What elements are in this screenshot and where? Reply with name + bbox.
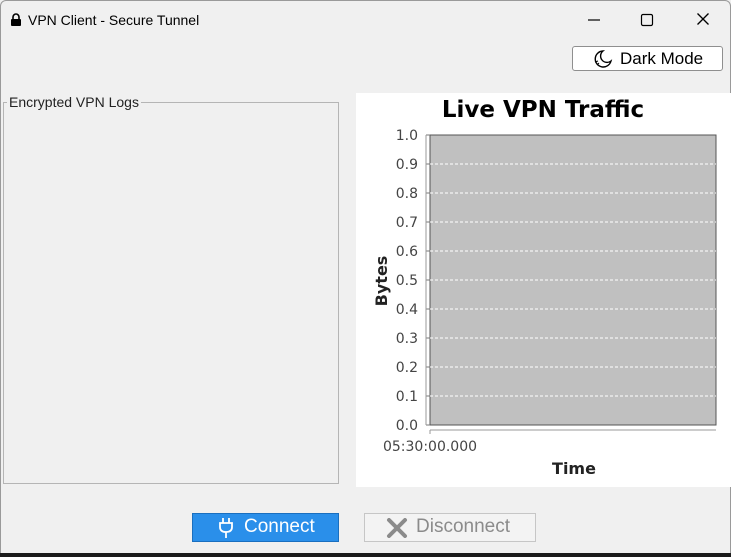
x-axis-label: Time [552,459,596,478]
y-tick-label: 0.9 [396,157,418,173]
y-tick-label: 0.1 [396,389,418,405]
disconnect-button[interactable]: Disconnect [364,513,536,542]
window-title: VPN Client - Secure Tunnel [28,12,200,28]
moon-icon [594,50,613,68]
dark-mode-button[interactable]: Dark Mode [572,46,723,71]
title-bar[interactable]: VPN Client - Secure Tunnel [1,1,730,37]
connect-button[interactable]: Connect [192,513,339,542]
traffic-chart-panel: Live VPN Traffic Bytes Time 0.0 0.1 0.2 0.3… [356,93,731,487]
y-tick-label: 0.0 [396,418,418,434]
y-tick-label: 1.0 [396,128,418,144]
close-button[interactable] [690,9,716,31]
y-tick-label: 0.4 [396,302,418,318]
chart-title: Live VPN Traffic [442,97,644,123]
app-window: VPN Client - Secure Tunnel Dark Mode Enc… [0,0,731,557]
y-axis-label: Bytes [372,256,391,307]
logs-panel-title: Encrypted VPN Logs [7,94,141,110]
y-tick-label: 0.2 [396,360,418,376]
traffic-chart: Live VPN Traffic Bytes Time 0.0 0.1 0.2 0.3… [372,97,717,478]
close-icon [697,13,709,25]
minimize-button[interactable] [581,9,607,31]
y-tick-label: 0.6 [396,244,418,260]
y-tick-label: 0.3 [396,331,418,347]
y-tick-label: 0.8 [396,186,418,202]
disconnect-label: Disconnect [416,516,510,537]
x-tick-label: 05:30:00.000 [383,439,477,455]
dark-mode-label: Dark Mode [620,49,704,68]
encrypted-logs-panel[interactable] [3,102,339,484]
y-tick-label: 0.7 [396,215,418,231]
lock-icon [11,13,21,26]
taskbar-edge [0,553,731,557]
minimize-icon [588,19,600,21]
maximize-icon [640,13,654,27]
maximize-button[interactable] [634,9,660,31]
x-icon [387,518,407,538]
y-tick-label: 0.5 [396,273,418,289]
connect-label: Connect [244,516,315,537]
plug-icon [219,518,233,538]
